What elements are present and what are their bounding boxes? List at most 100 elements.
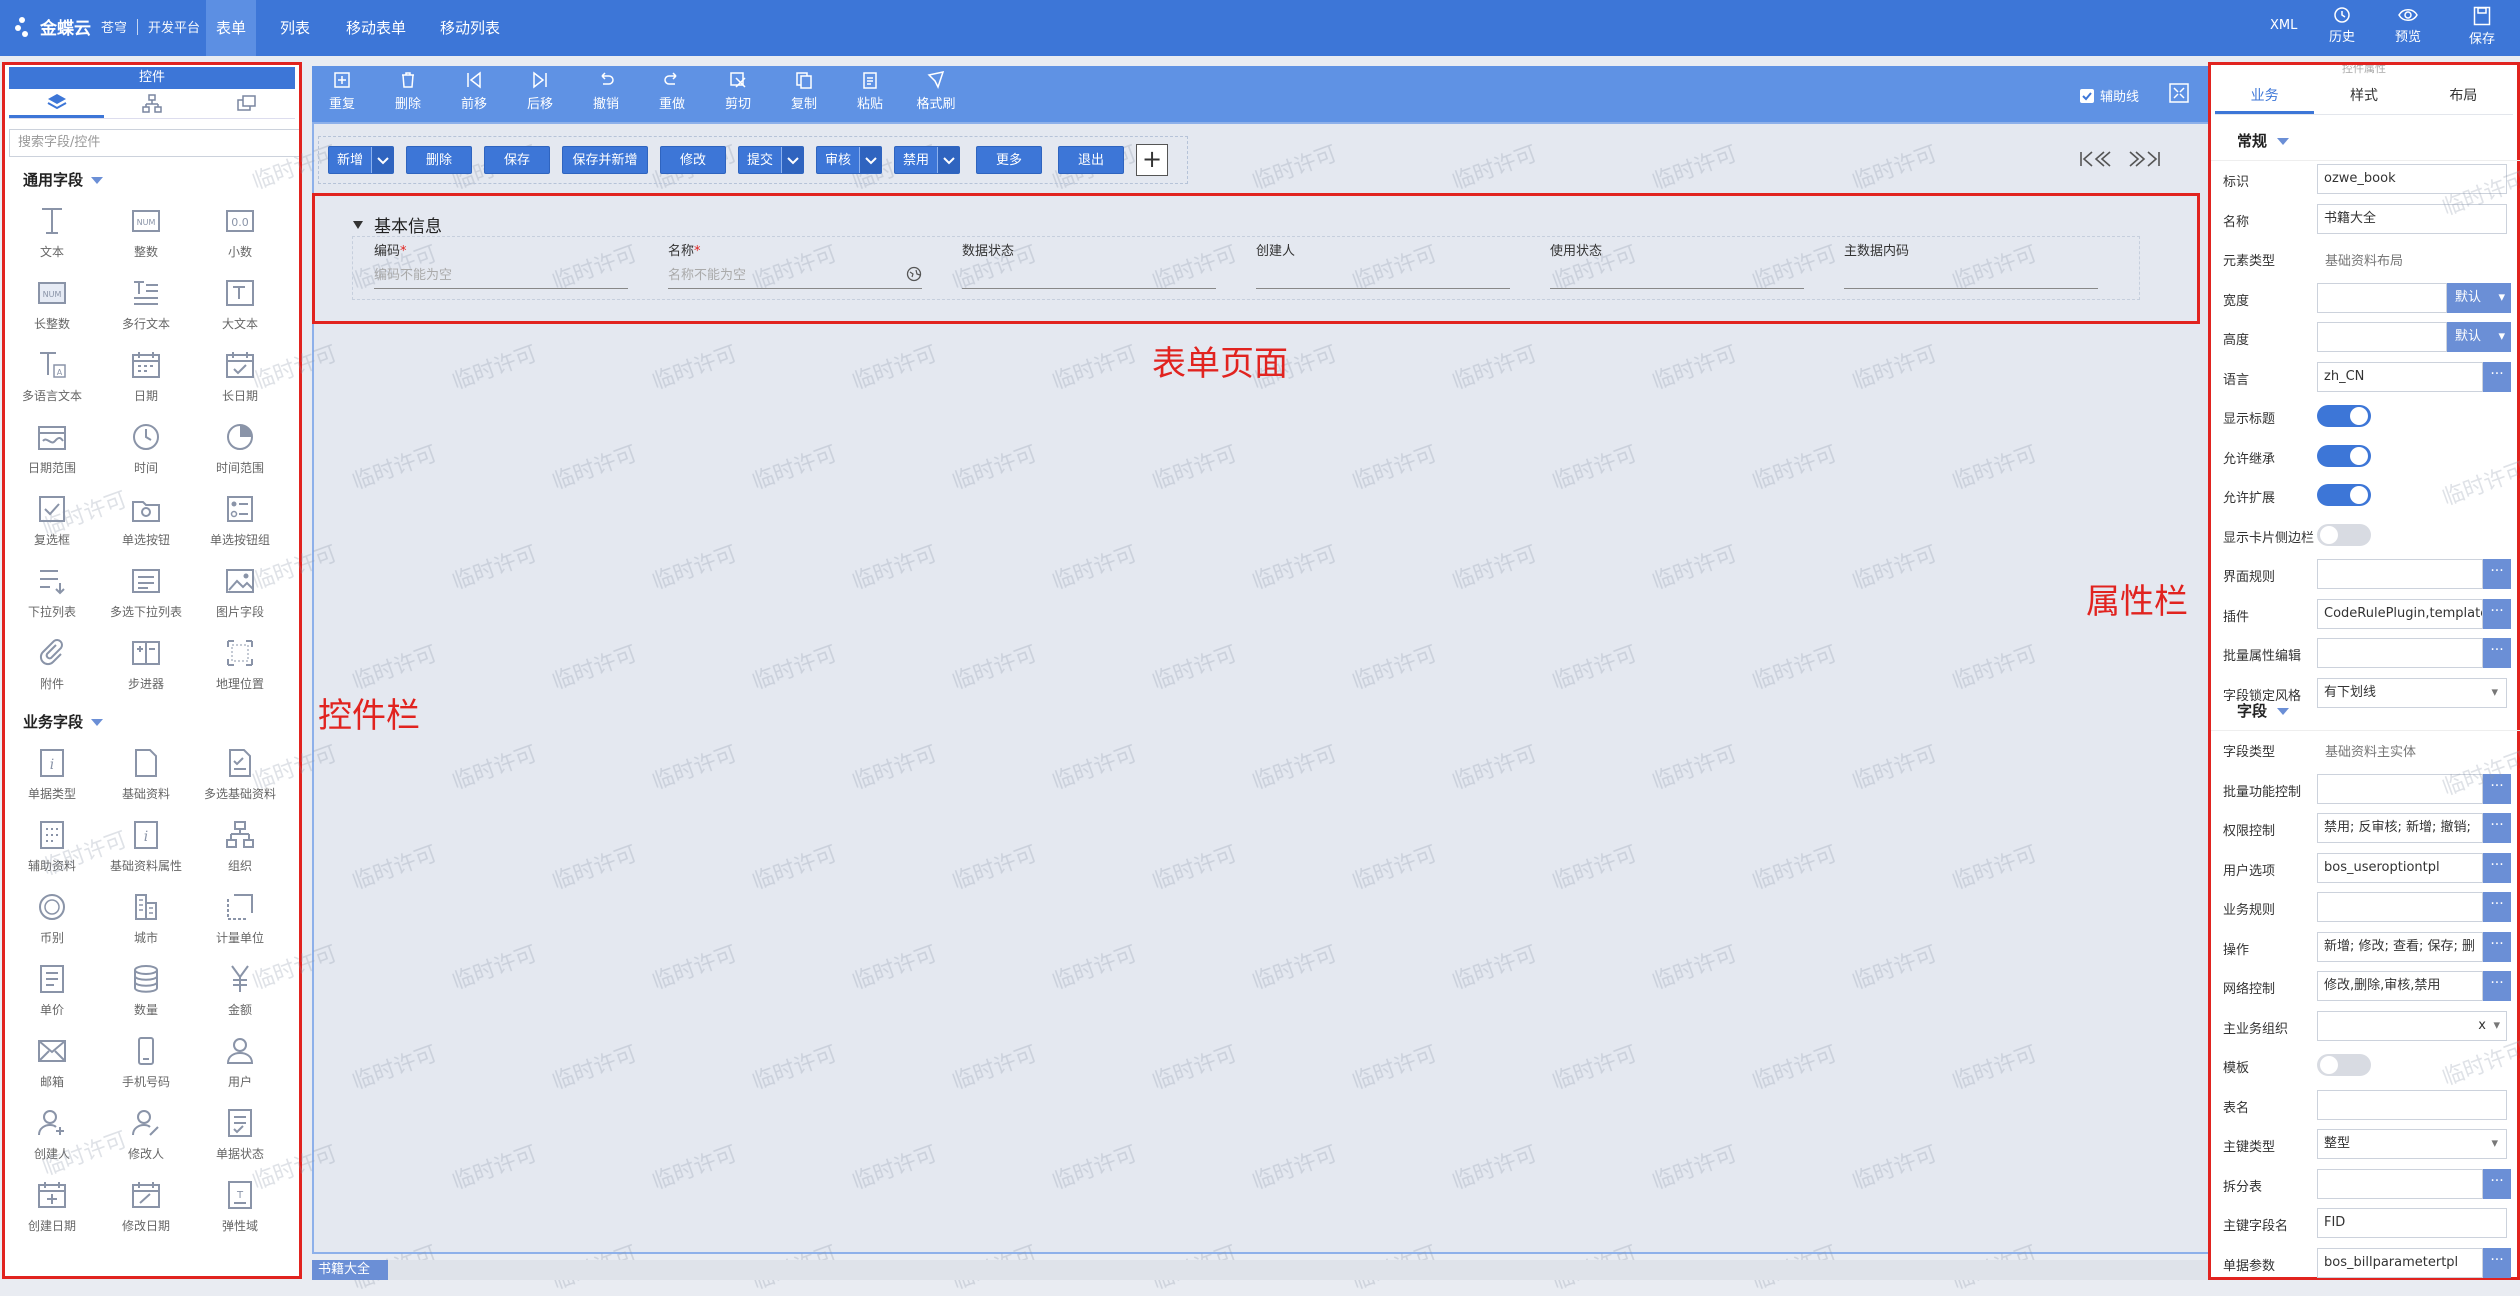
xml-button[interactable]: XML <box>2270 18 2297 33</box>
controls-search-input[interactable]: 搜索字段/控件 <box>9 129 299 157</box>
record-nav-icon[interactable] <box>2078 150 2162 168</box>
control-item[interactable]: 多行文本 <box>99 269 193 341</box>
property-more-button[interactable]: ··· <box>2483 559 2511 589</box>
form-btn-submit[interactable]: 提交 <box>738 146 804 174</box>
preview-button[interactable]: 预览 <box>2384 6 2432 45</box>
property-more-button[interactable]: ··· <box>2483 813 2511 843</box>
property-input[interactable] <box>2317 282 2447 313</box>
control-item[interactable]: NUM 长整数 <box>5 269 99 341</box>
control-item[interactable]: 大文本 <box>193 269 287 341</box>
control-item[interactable]: 基础资料 <box>99 739 193 811</box>
property-input[interactable]: bos_useroptiontpl <box>2317 852 2483 883</box>
property-input[interactable] <box>2317 559 2483 589</box>
form-btn-save-new[interactable]: 保存并新增 <box>562 146 648 174</box>
history-button[interactable]: 历史 <box>2318 6 2366 45</box>
save-top-button[interactable]: 保存 <box>2458 6 2506 47</box>
property-more-button[interactable]: ··· <box>2483 598 2511 629</box>
checkbox-checked-icon[interactable] <box>2080 88 2094 103</box>
field-section-header[interactable]: 字段 <box>2211 691 2520 731</box>
property-more-button[interactable]: ··· <box>2483 638 2511 668</box>
tab-style[interactable]: 样式 <box>2314 79 2413 114</box>
property-input[interactable] <box>2317 638 2483 668</box>
property-input[interactable]: bos_billparametertpl <box>2317 1247 2483 1278</box>
control-item[interactable]: 组织 <box>193 811 287 883</box>
property-more-button[interactable]: ··· <box>2483 931 2511 962</box>
property-toggle[interactable] <box>2317 484 2371 506</box>
property-input[interactable] <box>2317 1089 2507 1120</box>
dropdown-arrow[interactable] <box>781 147 803 173</box>
property-more-button[interactable]: ··· <box>2483 892 2511 922</box>
property-input[interactable] <box>2317 322 2447 352</box>
control-item[interactable]: 城市 <box>99 883 193 955</box>
control-item[interactable]: NUM 整数 <box>99 197 193 269</box>
unit-select[interactable]: 默认 ▾ <box>2447 322 2511 352</box>
tab-layout[interactable]: 布局 <box>2414 79 2513 114</box>
property-toggle[interactable] <box>2317 523 2371 546</box>
toolbar-paste[interactable]: 粘贴 <box>846 70 894 112</box>
property-input[interactable]: 新增; 修改; 查看; 保存; 删 <box>2317 931 2483 962</box>
control-item[interactable]: 下拉列表 <box>5 557 99 629</box>
control-item[interactable]: 邮箱 <box>5 1027 99 1099</box>
toolbar-move-backward[interactable]: 后移 <box>516 70 564 112</box>
tab-business[interactable]: 业务 <box>2215 79 2315 114</box>
toolbar-cut[interactable]: 剪切 <box>714 70 762 112</box>
tab-controls-tree[interactable] <box>104 89 199 118</box>
property-toggle[interactable] <box>2317 405 2371 427</box>
form-btn-delete[interactable]: 删除 <box>406 146 472 174</box>
form-btn-audit[interactable]: 审核 <box>816 146 882 174</box>
control-item[interactable]: 创建日期 <box>5 1171 99 1243</box>
toolbar-copy[interactable]: 复制 <box>780 70 828 112</box>
control-item[interactable]: 修改日期 <box>99 1171 193 1243</box>
control-item[interactable]: 多选下拉列表 <box>99 557 193 629</box>
property-input[interactable]: FID <box>2317 1208 2507 1238</box>
property-select[interactable]: x ▾ <box>2317 1010 2507 1041</box>
control-item[interactable]: 0.0 小数 <box>193 197 287 269</box>
control-item[interactable]: 时间 <box>99 413 193 485</box>
property-more-button[interactable]: ··· <box>2483 852 2511 883</box>
tab-form[interactable]: 表单 <box>206 0 256 56</box>
general-section-header[interactable]: 常规 <box>2211 121 2520 161</box>
property-input[interactable]: CodeRulePlugin,template <box>2317 598 2483 629</box>
tab-controls-templates[interactable] <box>200 89 295 118</box>
field-input[interactable]: 名称不能为空 <box>668 264 746 283</box>
control-item[interactable]: i 单据类型 <box>5 739 99 811</box>
unit-select[interactable]: 默认 ▾ <box>2447 282 2511 313</box>
business-fields-header[interactable]: 业务字段 <box>5 705 299 739</box>
property-toggle[interactable] <box>2317 444 2371 467</box>
form-btn-new[interactable]: 新增 <box>328 146 394 174</box>
control-item[interactable]: A 多语言文本 <box>5 341 99 413</box>
tab-mobile-list[interactable]: 移动列表 <box>428 0 512 56</box>
control-item[interactable]: 地理位置 <box>193 629 287 701</box>
toolbar-format-painter[interactable]: 格式刷 <box>912 70 960 112</box>
tab-controls-layers[interactable] <box>9 89 105 118</box>
property-more-button[interactable]: ··· <box>2483 1247 2511 1278</box>
tab-mobile-form[interactable]: 移动表单 <box>334 0 418 56</box>
toolbar-duplicate[interactable]: 重复 <box>318 70 366 112</box>
control-item[interactable]: 币别 <box>5 883 99 955</box>
group-header[interactable]: 基本信息 <box>352 212 442 237</box>
control-item[interactable]: 日期 <box>99 341 193 413</box>
dropdown-arrow[interactable] <box>371 147 393 173</box>
toolbar-delete[interactable]: 删除 <box>384 70 432 112</box>
fullscreen-button[interactable] <box>2168 82 2190 104</box>
multilang-globe-icon[interactable] <box>906 266 922 282</box>
control-item[interactable]: 用户 <box>193 1027 287 1099</box>
tab-list[interactable]: 列表 <box>268 0 322 56</box>
form-btn-modify[interactable]: 修改 <box>660 146 726 174</box>
property-toggle[interactable] <box>2317 1054 2371 1076</box>
property-select[interactable]: 整型 ▾ <box>2317 1129 2507 1159</box>
field-input[interactable]: 编码不能为空 <box>374 264 452 283</box>
control-item[interactable]: 单价 <box>5 955 99 1027</box>
toolbar-redo[interactable]: 重做 <box>648 70 696 112</box>
property-input[interactable]: 禁用; 反审核; 新增; 撤销; <box>2317 813 2483 843</box>
guide-lines-toggle[interactable]: 辅助线 <box>2080 86 2139 105</box>
form-btn-save[interactable]: 保存 <box>484 146 550 174</box>
property-input[interactable]: zh_CN <box>2317 361 2483 392</box>
control-item[interactable]: 数量 <box>99 955 193 1027</box>
control-item[interactable]: 步进器 <box>99 629 193 701</box>
dropdown-arrow[interactable] <box>859 147 881 173</box>
toolbar-move-forward[interactable]: 前移 <box>450 70 498 112</box>
property-more-button[interactable]: ··· <box>2483 971 2511 1001</box>
bottom-tab[interactable]: 书籍大全 <box>312 1260 389 1280</box>
control-item[interactable]: 附件 <box>5 629 99 701</box>
